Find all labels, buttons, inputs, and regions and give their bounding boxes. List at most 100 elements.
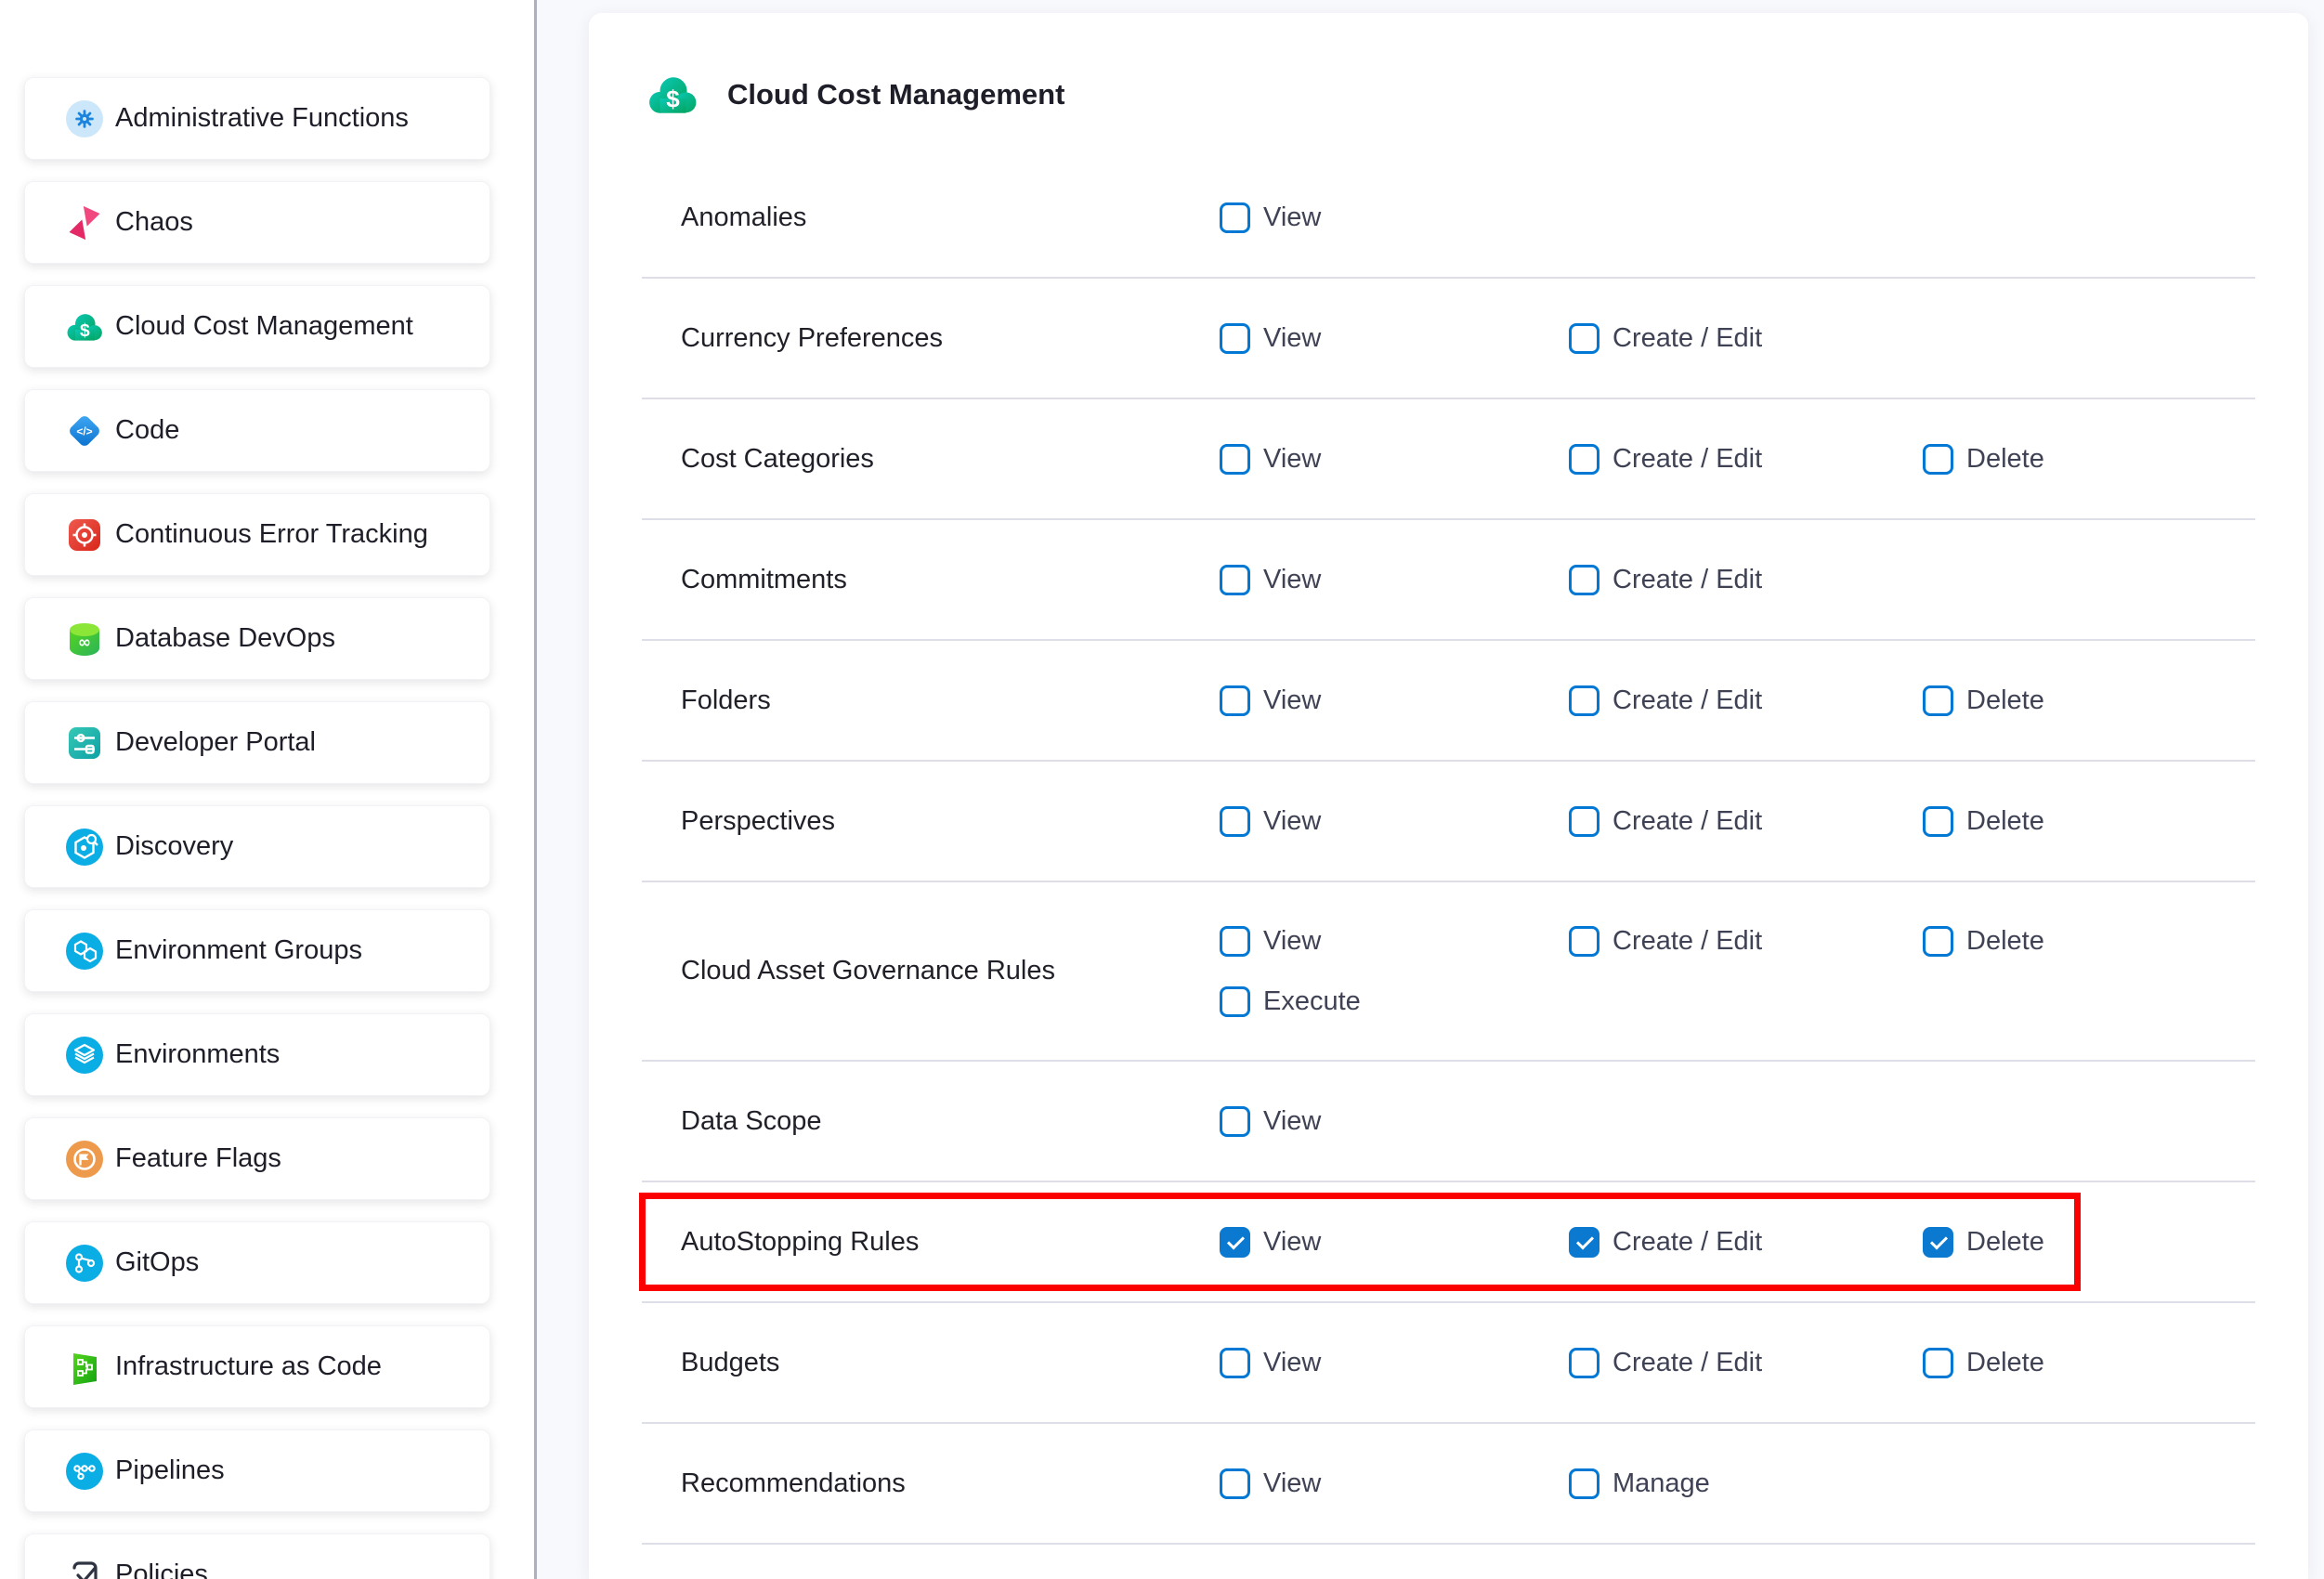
delete-checkbox[interactable]	[1923, 806, 1953, 837]
checkbox-label: Create / Edit	[1612, 444, 1762, 475]
permission-option: View	[1220, 685, 1569, 716]
checkbox-label: View	[1263, 1348, 1321, 1378]
checkbox-label: Create / Edit	[1612, 565, 1762, 595]
code-icon: </>	[66, 412, 103, 450]
sidebar-item-code[interactable]: </>Code	[24, 389, 490, 472]
manage-checkbox[interactable]	[1569, 1468, 1599, 1499]
delete-checkbox[interactable]	[1923, 444, 1953, 475]
sidebar-item-policies[interactable]: Policies	[24, 1533, 490, 1579]
create-edit-checkbox[interactable]	[1569, 806, 1599, 837]
checkbox-label: Create / Edit	[1612, 1227, 1762, 1258]
sidebar-item-discovery[interactable]: Discovery	[24, 805, 490, 888]
permission-option: View	[1220, 444, 1569, 475]
delete-checkbox[interactable]	[1923, 926, 1953, 957]
sidebar-item-cloud-cost-management[interactable]: $Cloud Cost Management	[24, 285, 490, 368]
view-checkbox[interactable]	[1220, 926, 1250, 957]
checkbox-label: Manage	[1612, 1468, 1710, 1499]
sidebar-item-label: Environment Groups	[115, 935, 362, 966]
permission-option: Create / Edit	[1569, 685, 1923, 716]
sidebar-item-environment-groups[interactable]: Environment Groups	[24, 909, 490, 992]
policies-icon	[66, 1557, 103, 1579]
permission-options: View Manage	[1220, 1468, 2255, 1499]
checkbox-label: Delete	[1966, 806, 2044, 837]
view-checkbox[interactable]	[1220, 323, 1250, 354]
checkbox-label: View	[1263, 202, 1321, 233]
view-checkbox[interactable]	[1220, 444, 1250, 475]
permission-option: View	[1220, 1348, 1569, 1378]
checkbox-label: Create / Edit	[1612, 323, 1762, 354]
svg-text:</>: </>	[76, 424, 92, 437]
module-list: Administrative Functions Chaos $Cloud Co…	[24, 77, 490, 1579]
checkbox-label: Create / Edit	[1612, 1348, 1762, 1378]
execute-checkbox[interactable]	[1220, 986, 1250, 1017]
permission-option: Create / Edit	[1569, 806, 1923, 837]
permission-row-budgets: Budgets View Create / Edit Delete	[642, 1303, 2255, 1424]
sidebar-item-pipelines[interactable]: Pipelines	[24, 1429, 490, 1512]
delete-checkbox[interactable]	[1923, 1227, 1953, 1258]
view-checkbox[interactable]	[1220, 806, 1250, 837]
permission-row-folders: Folders View Create / Edit Delete	[642, 641, 2255, 762]
sidebar-item-label: Administrative Functions	[115, 103, 409, 134]
checkbox-label: Execute	[1263, 986, 1361, 1017]
permission-options: View	[1220, 202, 2255, 233]
permission-options: View	[1220, 1106, 2255, 1137]
sidebar-item-administrative-functions[interactable]: Administrative Functions	[24, 77, 490, 160]
view-checkbox[interactable]	[1220, 685, 1250, 716]
permission-option: Create / Edit	[1569, 1348, 1923, 1378]
cloud-dollar-icon: $	[66, 308, 103, 346]
permission-option: View	[1220, 323, 1569, 354]
permission-options: View Create / Edit	[1220, 565, 2255, 595]
checkbox-label: View	[1263, 1468, 1321, 1499]
view-checkbox[interactable]	[1220, 565, 1250, 595]
create-edit-checkbox[interactable]	[1569, 1227, 1599, 1258]
delete-checkbox[interactable]	[1923, 1348, 1953, 1378]
permission-option: Manage	[1569, 1468, 1923, 1499]
sidebar-item-feature-flags[interactable]: Feature Flags	[24, 1117, 490, 1200]
permission-name: Anomalies	[642, 202, 1220, 233]
sidebar-item-label: Chaos	[115, 207, 193, 238]
permission-option: View	[1220, 806, 1569, 837]
permission-option: View	[1220, 202, 1569, 233]
permission-option: View	[1220, 1106, 1569, 1137]
create-edit-checkbox[interactable]	[1569, 444, 1599, 475]
sidebar-item-infrastructure-as-code[interactable]: Infrastructure as Code	[24, 1325, 490, 1408]
page-title: Cloud Cost Management	[727, 78, 1064, 111]
gear-icon	[66, 100, 103, 137]
create-edit-checkbox[interactable]	[1569, 926, 1599, 957]
sidebar-item-gitops[interactable]: GitOps	[24, 1221, 490, 1304]
checkbox-label: Delete	[1966, 444, 2044, 475]
permission-row-autostopping-rules: AutoStopping Rules View Create / Edit De…	[642, 1182, 2255, 1303]
view-checkbox[interactable]	[1220, 1348, 1250, 1378]
sidebar-item-environments[interactable]: Environments	[24, 1013, 490, 1096]
view-checkbox[interactable]	[1220, 1106, 1250, 1137]
create-edit-checkbox[interactable]	[1569, 1348, 1599, 1378]
permission-row-perspectives: Perspectives View Create / Edit Delete	[642, 762, 2255, 882]
permission-option: Create / Edit	[1569, 565, 1923, 595]
create-edit-checkbox[interactable]	[1569, 685, 1599, 716]
permission-rows: Anomalies View Currency Preferences View…	[642, 158, 2255, 1545]
sidebar-item-database-devops[interactable]: ∞Database DevOps	[24, 597, 490, 680]
permission-name: AutoStopping Rules	[642, 1227, 1220, 1258]
permission-name: Commitments	[642, 565, 1220, 595]
permission-option: Delete	[1923, 806, 2255, 837]
permission-name: Currency Preferences	[642, 323, 1220, 354]
create-edit-checkbox[interactable]	[1569, 565, 1599, 595]
permission-name: Recommendations	[642, 1468, 1220, 1499]
permission-row-cloud-asset-governance-rules: Cloud Asset Governance Rules View Create…	[642, 882, 2255, 1062]
permission-name: Budgets	[642, 1348, 1220, 1378]
sidebar-item-developer-portal[interactable]: Developer Portal	[24, 701, 490, 784]
card-header: $ Cloud Cost Management	[589, 13, 2308, 158]
view-checkbox[interactable]	[1220, 1468, 1250, 1499]
module-sidebar: Administrative Functions Chaos $Cloud Co…	[0, 0, 537, 1579]
permission-option: Create / Edit	[1569, 323, 1923, 354]
sidebar-item-chaos[interactable]: Chaos	[24, 181, 490, 264]
view-checkbox[interactable]	[1220, 202, 1250, 233]
sidebar-item-continuous-error-tracking[interactable]: Continuous Error Tracking	[24, 493, 490, 576]
discovery-icon	[66, 829, 103, 866]
permission-option: Delete	[1923, 926, 2255, 957]
permission-name: Cost Categories	[642, 444, 1220, 475]
view-checkbox[interactable]	[1220, 1227, 1250, 1258]
delete-checkbox[interactable]	[1923, 685, 1953, 716]
checkbox-label: Delete	[1966, 685, 2044, 716]
create-edit-checkbox[interactable]	[1569, 323, 1599, 354]
